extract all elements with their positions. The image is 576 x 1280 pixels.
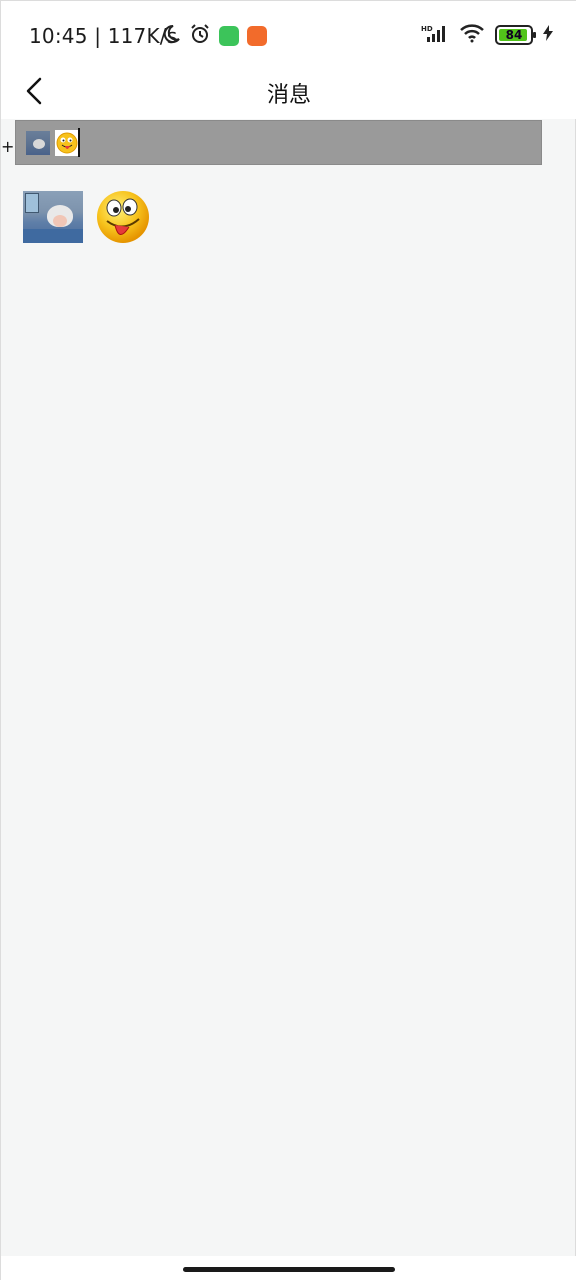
svg-text:HD: HD: [421, 25, 433, 33]
green-app-icon: [219, 26, 239, 46]
status-bar: 10:45 | 117K/s HD 84: [1, 1, 576, 69]
hd-signal-icon: HD: [421, 23, 449, 47]
status-icons-right: HD 84: [421, 23, 553, 47]
alarm-icon: [189, 23, 211, 49]
page-title: 消息: [266, 83, 311, 108]
status-time: 10:45 | 117K/s: [29, 24, 177, 48]
charging-icon: [543, 25, 553, 45]
battery-level: 84: [505, 28, 523, 42]
message-emoji-tongue-out[interactable]: [95, 189, 151, 245]
nav-bar: 消息: [1, 69, 576, 119]
message-image-grandmother[interactable]: [23, 191, 83, 243]
emoji-thumbnail: [55, 130, 79, 156]
home-indicator[interactable]: [183, 1267, 395, 1272]
message-list: [23, 189, 151, 245]
photo-thumbnail: [26, 131, 50, 155]
orange-video-app-icon: [247, 26, 267, 46]
text-cursor: [78, 128, 80, 157]
add-attachment-button[interactable]: +: [1, 139, 14, 155]
message-input[interactable]: [15, 120, 542, 165]
battery-icon: 84: [495, 25, 536, 45]
moon-icon: [161, 24, 181, 48]
wifi-icon: [459, 23, 485, 47]
status-icons-left: [161, 23, 267, 49]
status-clock: 10:45: [29, 24, 88, 48]
